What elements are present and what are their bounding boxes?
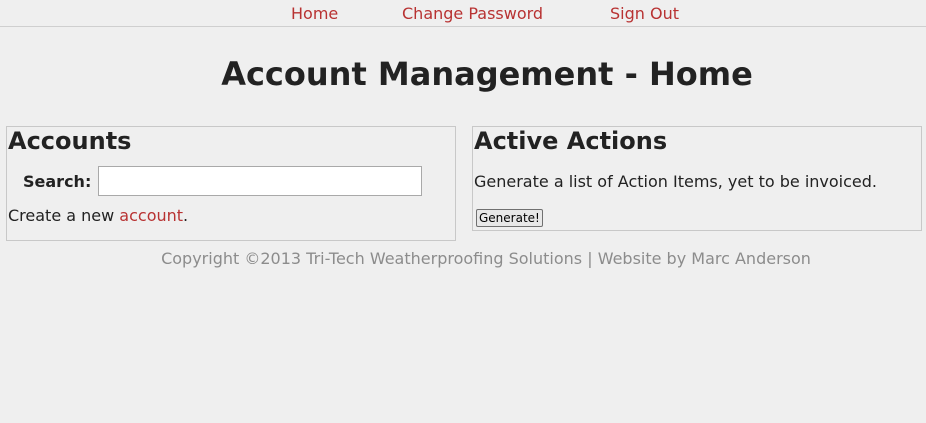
nav-sign-out-link[interactable]: Sign Out: [610, 4, 679, 23]
active-actions-panel: Active Actions Generate a list of Action…: [472, 126, 922, 231]
accounts-heading: Accounts: [8, 127, 132, 155]
active-actions-heading: Active Actions: [474, 127, 668, 155]
create-account-line: Create a new account.: [8, 206, 188, 225]
nav-change-password-link[interactable]: Change Password: [402, 4, 543, 23]
create-account-suffix: .: [183, 206, 189, 225]
create-account-link[interactable]: account: [119, 206, 183, 225]
footer-copyright: Copyright ©2013 Tri-Tech Weatherproofing…: [161, 249, 811, 268]
generate-button[interactable]: Generate!: [476, 209, 543, 227]
active-actions-description: Generate a list of Action Items, yet to …: [474, 172, 877, 191]
accounts-panel: Accounts Search: Create a new account.: [6, 126, 456, 241]
create-account-prefix: Create a new: [8, 206, 120, 225]
search-label: Search:: [23, 172, 92, 191]
nav-home-link[interactable]: Home: [291, 4, 338, 23]
page-title: Account Management - Home: [221, 55, 753, 93]
top-nav: Home Change Password Sign Out: [0, 0, 926, 27]
search-input[interactable]: [98, 166, 422, 196]
